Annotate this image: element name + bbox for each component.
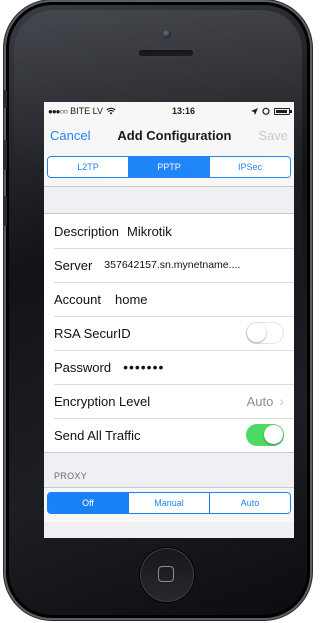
front-camera xyxy=(163,30,171,38)
battery-icon xyxy=(274,107,292,115)
send-all-traffic-row: Send All Traffic xyxy=(44,418,294,452)
server-label: Server xyxy=(54,257,93,273)
status-time: 13:16 xyxy=(172,106,196,116)
screen: ●●●○○ BITE LV 13:16 Cancel Add Configura… xyxy=(44,102,294,538)
server-field[interactable]: 357642157.sn.mynetname.... xyxy=(104,259,240,271)
save-button[interactable]: Save xyxy=(258,128,288,143)
carrier-name: BITE LV xyxy=(70,106,104,116)
segment-ipsec[interactable]: IPSec xyxy=(210,157,290,177)
proxy-section-header: PROXY xyxy=(54,471,88,481)
encryption-level-value: Auto xyxy=(246,393,274,409)
password-field[interactable]: ••••••• xyxy=(123,359,164,375)
volume-down-button xyxy=(3,196,7,226)
account-row[interactable]: Account home xyxy=(44,282,294,316)
signal-icon: ●●●○○ xyxy=(48,106,68,116)
account-label: Account xyxy=(54,291,101,307)
navigation-bar: Cancel Add Configuration Save xyxy=(44,120,294,150)
home-button[interactable] xyxy=(140,548,194,602)
proxy-segmented-control: Off Manual Auto xyxy=(47,492,291,514)
encryption-level-row[interactable]: Encryption Level Auto › xyxy=(44,384,294,418)
rsa-securid-label: RSA SecurID xyxy=(54,325,131,341)
segment-proxy-auto[interactable]: Auto xyxy=(210,493,290,513)
description-label: Description xyxy=(54,223,120,239)
server-row[interactable]: Server 357642157.sn.mynetname.... xyxy=(44,248,294,282)
vpn-type-segmented-control: L2TP PPTP IPSec xyxy=(47,156,291,178)
segment-proxy-manual[interactable]: Manual xyxy=(129,493,210,513)
page-title: Add Configuration xyxy=(117,127,232,143)
description-field[interactable]: Mikrotik xyxy=(127,224,172,239)
send-all-traffic-toggle[interactable] xyxy=(246,424,284,446)
send-all-traffic-label: Send All Traffic xyxy=(54,427,141,443)
earpiece-speaker xyxy=(139,50,193,56)
home-square-icon xyxy=(158,566,174,582)
rsa-securid-row: RSA SecurID xyxy=(44,316,294,350)
segment-l2tp[interactable]: L2TP xyxy=(48,157,129,177)
account-field[interactable]: home xyxy=(115,292,148,307)
vpn-settings-list: Description Mikrotik Server 357642157.sn… xyxy=(44,213,294,453)
encryption-level-label: Encryption Level xyxy=(54,393,151,409)
wifi-icon xyxy=(106,107,116,115)
status-bar: ●●●○○ BITE LV 13:16 xyxy=(44,102,294,120)
toggle-knob xyxy=(247,323,266,342)
location-arrow-icon xyxy=(251,107,258,115)
password-label: Password xyxy=(54,359,112,375)
toggle-knob xyxy=(264,425,283,444)
description-row[interactable]: Description Mikrotik xyxy=(44,214,294,248)
segment-proxy-off[interactable]: Off xyxy=(48,493,129,513)
volume-up-button xyxy=(3,140,7,170)
phone-frame: ●●●○○ BITE LV 13:16 Cancel Add Configura… xyxy=(6,2,310,618)
alarm-icon xyxy=(262,107,270,115)
mute-switch xyxy=(3,90,7,108)
vpn-type-control-wrap: L2TP PPTP IPSec xyxy=(44,150,294,187)
rsa-securid-toggle[interactable] xyxy=(246,322,284,344)
chevron-right-icon: › xyxy=(279,393,284,409)
password-row[interactable]: Password ••••••• xyxy=(44,350,294,384)
proxy-control-wrap: Off Manual Auto xyxy=(44,487,294,522)
cancel-button[interactable]: Cancel xyxy=(50,128,90,143)
segment-pptp[interactable]: PPTP xyxy=(129,157,210,177)
